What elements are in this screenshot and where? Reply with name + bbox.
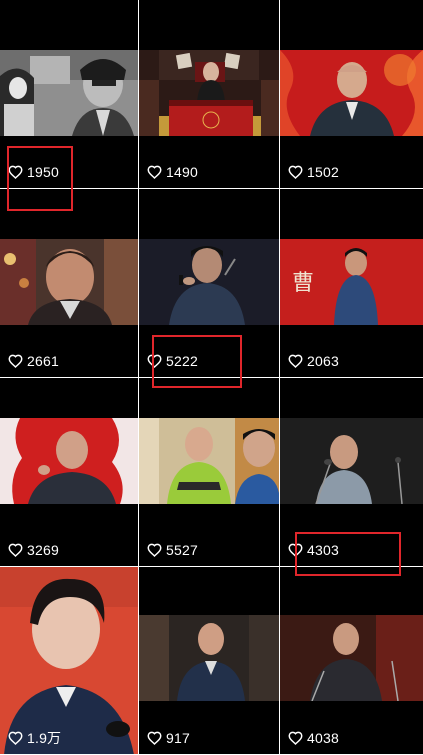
like-count: 4303 [288,542,339,558]
video-tile[interactable]: 4303 [280,378,423,566]
video-thumbnail[interactable] [139,418,279,504]
video-tile[interactable]: 4038 [280,567,423,754]
stage-sign-text: 曹 阳 [292,270,423,295]
like-count-text: 1950 [27,164,59,180]
heart-outline-icon [147,354,162,368]
video-thumbnail[interactable] [0,50,138,136]
like-count: 1.9万 [8,730,61,746]
heart-outline-icon [147,543,162,557]
heart-outline-icon [288,731,303,745]
video-thumbnail[interactable] [0,239,138,325]
video-tile[interactable]: 2661 [0,189,138,377]
thumbnail-image [280,418,423,504]
heart-outline-icon [8,543,23,557]
thumbnail-image [139,418,279,504]
video-tile[interactable]: 3269 [0,378,138,566]
like-count-text: 3269 [27,542,59,558]
video-tile[interactable]: 1.9万 [0,567,138,754]
like-count-text: 1490 [166,164,198,180]
like-count: 2661 [8,353,59,369]
heart-outline-icon [8,731,23,745]
thumbnail-image [0,418,138,504]
like-count-text: 4303 [307,542,339,558]
video-thumbnail[interactable] [139,50,279,136]
like-count: 2063 [288,353,339,369]
thumbnail-image [0,239,138,325]
video-thumbnail[interactable] [139,615,279,701]
like-count: 1950 [8,164,59,180]
thumbnail-image [139,50,279,136]
video-thumbnail[interactable] [280,615,423,701]
video-thumbnail[interactable] [0,418,138,504]
heart-outline-icon [147,731,162,745]
video-tile[interactable]: 曹 阳 2063 [280,189,423,377]
thumbnail-image [280,50,423,136]
like-count-text: 1502 [307,164,339,180]
video-thumbnail[interactable] [139,239,279,325]
video-tile[interactable]: 917 [139,567,279,754]
video-thumbnail[interactable] [0,567,138,754]
heart-outline-icon [288,354,303,368]
heart-outline-icon [8,354,23,368]
thumbnail-image [0,567,138,754]
like-count: 1502 [288,164,339,180]
heart-outline-icon [288,543,303,557]
video-thumbnail[interactable]: 曹 阳 [280,239,423,325]
heart-outline-icon [8,165,23,179]
heart-outline-icon [288,165,303,179]
like-count: 4038 [288,730,339,746]
thumbnail-image [139,239,279,325]
video-thumbnail[interactable] [280,50,423,136]
thumbnail-image [139,615,279,701]
thumbnail-image [0,50,138,136]
video-tile[interactable]: 1502 [280,0,423,188]
like-count-text: 5222 [166,353,198,369]
video-thumbnail[interactable] [280,418,423,504]
like-count-text: 4038 [307,730,339,746]
heart-outline-icon [147,165,162,179]
like-count-text: 917 [166,730,190,746]
video-grid: 1950 1490 1502 2661 5222 曹 2063 3269 552… [0,0,423,755]
like-count: 1490 [147,164,198,180]
video-tile[interactable]: 1490 [139,0,279,188]
like-count: 3269 [8,542,59,558]
like-count-text: 2063 [307,353,339,369]
thumbnail-image [280,615,423,701]
video-tile[interactable]: 5527 [139,378,279,566]
like-count-text: 1.9万 [27,730,62,746]
like-count-text: 5527 [166,542,198,558]
video-tile[interactable]: 1950 [0,0,138,188]
like-count: 5222 [147,353,198,369]
like-count-text: 2661 [27,353,59,369]
like-count: 5527 [147,542,198,558]
video-tile[interactable]: 5222 [139,189,279,377]
like-count: 917 [147,730,190,746]
